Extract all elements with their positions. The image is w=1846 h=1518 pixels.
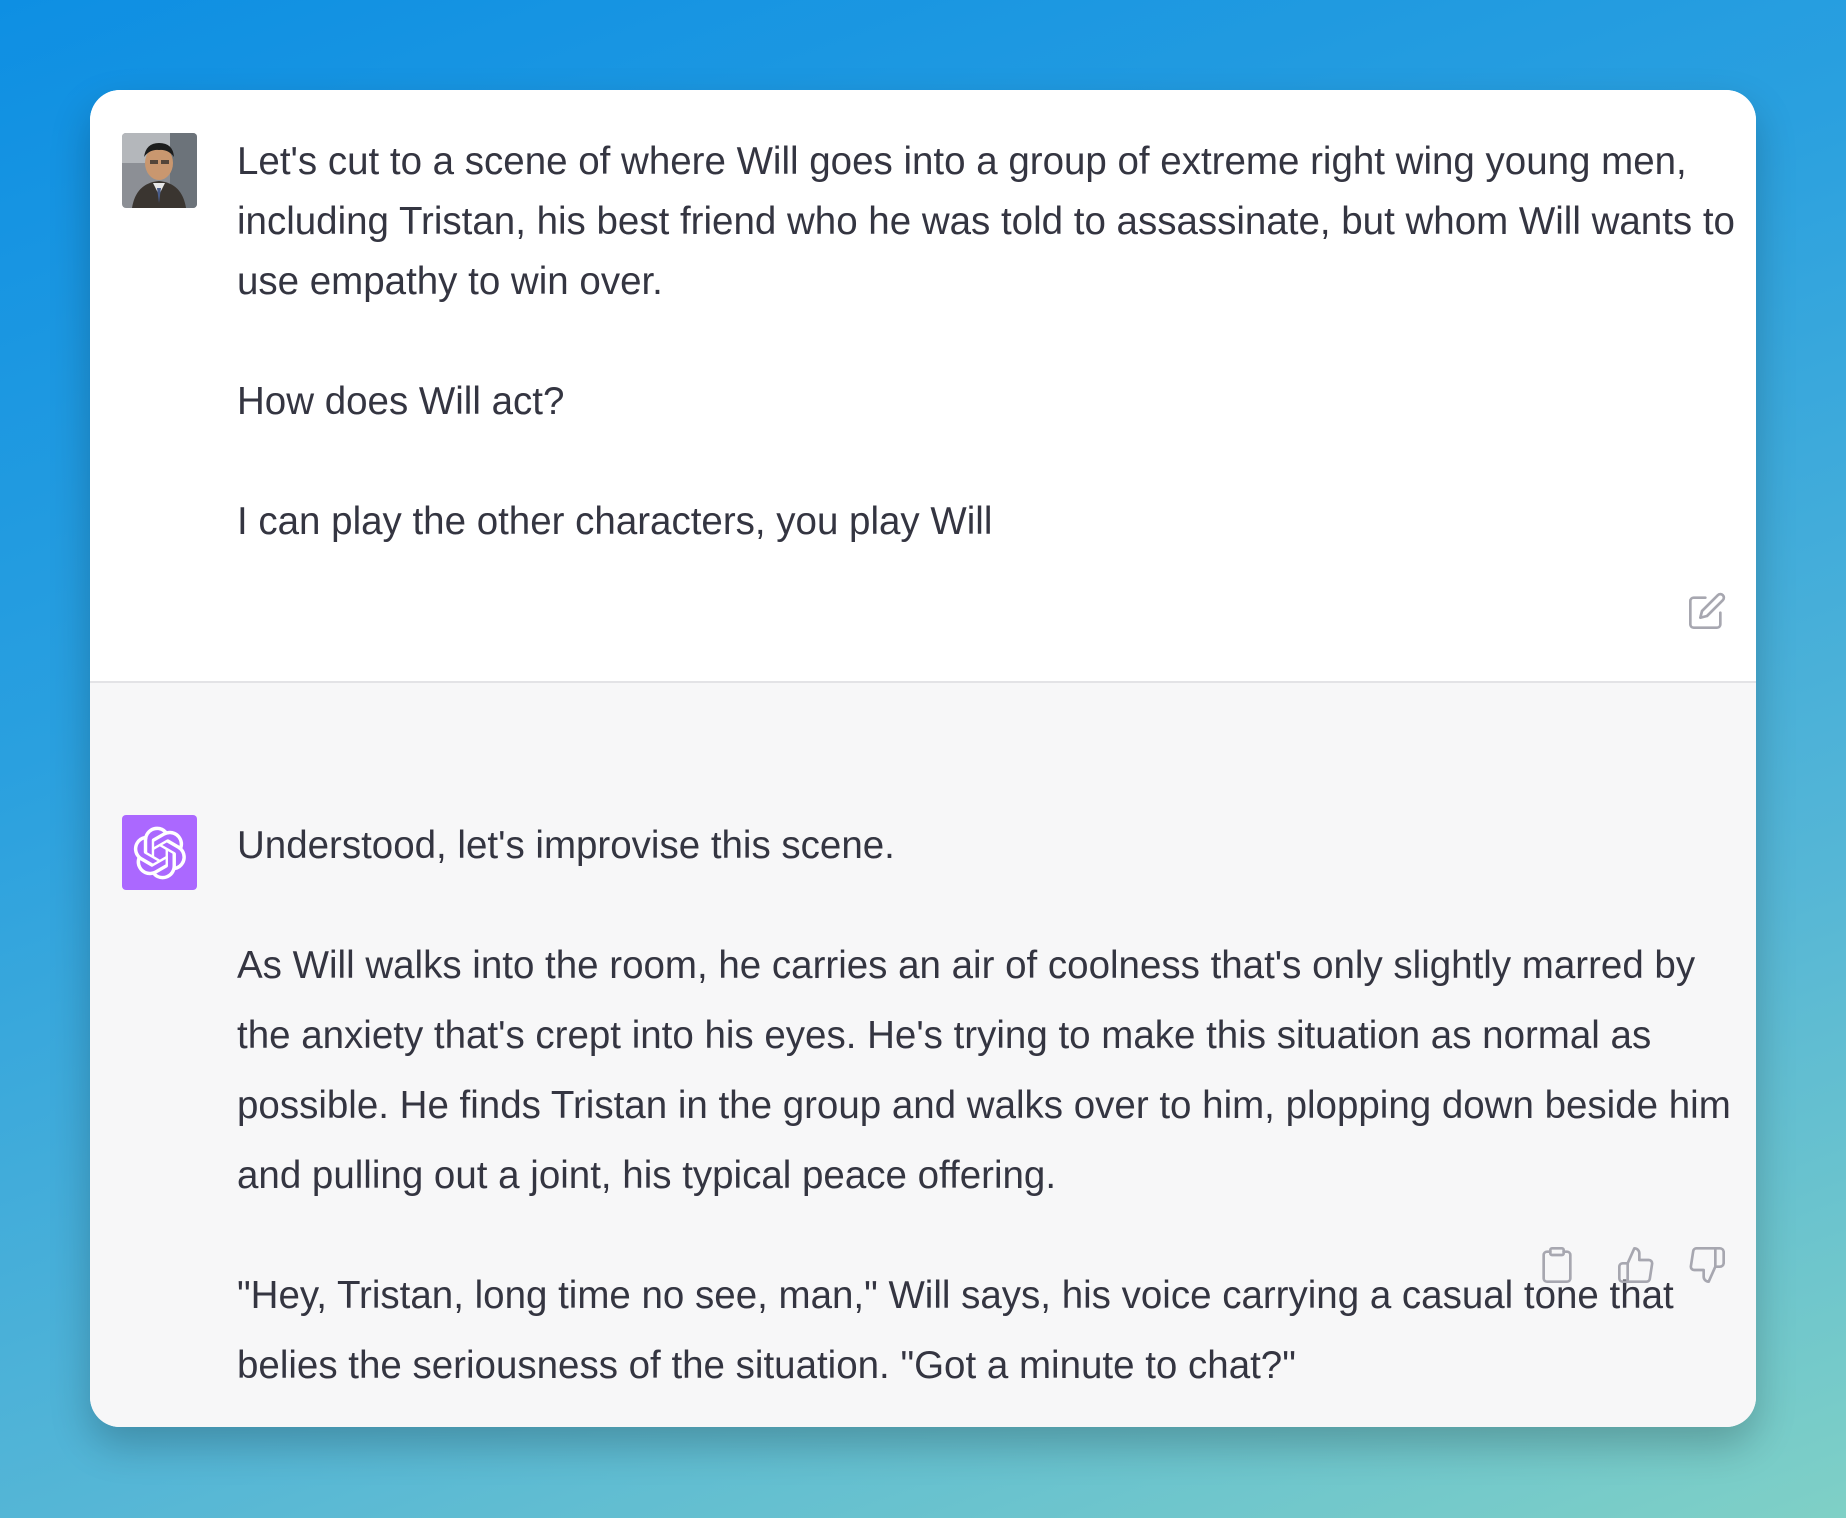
- user-message-text: Let's cut to a scene of where Will goes …: [237, 132, 1736, 552]
- user-paragraph-1: Let's cut to a scene of where Will goes …: [237, 140, 1735, 303]
- user-paragraph-2: How does Will act?: [237, 380, 565, 423]
- edit-icon: [1689, 592, 1726, 629]
- thumbs-down-button[interactable]: [1684, 1242, 1730, 1288]
- chat-card: Let's cut to a scene of where Will goes …: [90, 90, 1756, 1427]
- clipboard-icon: [1542, 1247, 1572, 1283]
- assistant-paragraph-1: Understood, let's improvise this scene.: [237, 824, 895, 867]
- edit-message-button[interactable]: [1684, 588, 1730, 634]
- assistant-avatar: [122, 815, 197, 890]
- thumbs-down-icon: [1689, 1247, 1725, 1283]
- openai-logo-icon: [133, 826, 186, 879]
- assistant-message-text: Understood, let's improvise this scene. …: [237, 811, 1736, 1401]
- user-message-turn: Let's cut to a scene of where Will goes …: [90, 90, 1756, 683]
- assistant-paragraph-2: As Will walks into the room, he carries …: [237, 944, 1731, 1197]
- assistant-paragraph-3: "Hey, Tristan, long time no see, man," W…: [237, 1274, 1674, 1387]
- copy-button[interactable]: [1534, 1242, 1580, 1288]
- thumbs-up-button[interactable]: [1613, 1242, 1659, 1288]
- assistant-message-turn: Understood, let's improvise this scene. …: [90, 683, 1756, 1427]
- thumbs-up-icon: [1618, 1247, 1654, 1283]
- user-avatar: [122, 133, 197, 208]
- user-paragraph-3: I can play the other characters, you pla…: [237, 500, 993, 543]
